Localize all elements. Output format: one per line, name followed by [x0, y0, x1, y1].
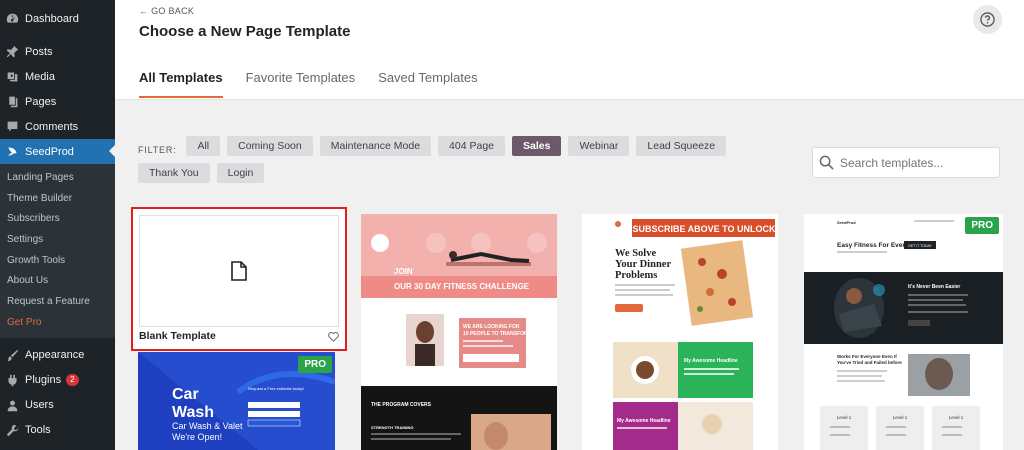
menu-media[interactable]: Media	[0, 64, 115, 89]
dinner-block2-headline: My Awesome Headline	[617, 418, 671, 424]
gym-level-1: Level 1	[837, 415, 852, 420]
submenu-settings[interactable]: Settings	[0, 230, 115, 251]
gym-section2-line2: You've Tried and Failed before	[837, 360, 902, 365]
page-header: ← GO BACK Choose a New Page Template All…	[115, 0, 1024, 100]
pro-badge: PRO	[965, 217, 999, 234]
filter-all[interactable]: All	[186, 136, 221, 156]
tab-all-templates[interactable]: All Templates	[139, 70, 223, 98]
media-icon	[5, 70, 19, 84]
seedprod-icon	[5, 145, 19, 159]
filter-maintenance-mode[interactable]: Maintenance Mode	[319, 136, 432, 156]
template-card-dinner[interactable]: SUBSCRIBE ABOVE TO UNLOCK We Solve Your …	[582, 214, 778, 450]
tab-saved-templates[interactable]: Saved Templates	[378, 70, 478, 98]
seedprod-submenu: Landing Pages Theme Builder Subscribers …	[0, 164, 115, 338]
help-button[interactable]	[973, 5, 1002, 34]
dinner-template-preview: SUBSCRIBE ABOVE TO UNLOCK We Solve Your …	[582, 214, 778, 450]
menu-tools[interactable]: Tools	[0, 418, 115, 443]
search-input[interactable]	[840, 155, 990, 170]
blank-template-label: Blank Template	[139, 330, 216, 342]
plugins-update-badge: 2	[66, 374, 79, 386]
fitness-heading-line2: OUR 30 DAY FITNESS CHALLENGE	[394, 282, 530, 291]
menu-appearance[interactable]: Appearance	[0, 343, 115, 368]
gym-level-3: Level 1	[949, 415, 964, 420]
plugin-icon	[5, 373, 19, 387]
comment-icon	[5, 120, 19, 134]
gym-cta: GET IT TODAY	[908, 244, 932, 248]
submenu-theme-builder[interactable]: Theme Builder	[0, 189, 115, 210]
dashboard-icon	[5, 12, 19, 26]
fitness-box-text-2: 10 PEOPLE TO TRANSFORM	[463, 331, 532, 337]
pages-icon	[5, 95, 19, 109]
gym-brand: SeedProd	[837, 220, 856, 225]
car-wash-title-2: Wash	[172, 404, 214, 421]
menu-comments[interactable]: Comments	[0, 114, 115, 139]
help-icon	[980, 12, 995, 27]
pin-icon	[5, 45, 19, 59]
fitness-section-title: THE PROGRAM COVERS	[371, 402, 432, 408]
menu-pages[interactable]: Pages	[0, 89, 115, 114]
car-wash-title-1: Car	[172, 386, 199, 403]
submenu-request-feature[interactable]: Request a Feature	[0, 292, 115, 313]
menu-plugins[interactable]: Plugins 2	[0, 368, 115, 393]
fitness-heading-line1: JOIN	[394, 267, 413, 276]
gym-level-2: Level 1	[893, 415, 908, 420]
search-box	[812, 147, 1000, 178]
page-title: Choose a New Page Template	[139, 23, 351, 40]
filter-login[interactable]: Login	[216, 163, 265, 183]
fitness-box-text-1: WE ARE LOOKING FOR	[463, 324, 520, 330]
go-back-link[interactable]: ← GO BACK	[139, 6, 194, 16]
submenu-subscribers[interactable]: Subscribers	[0, 209, 115, 230]
subscribe-unlock-banner: SUBSCRIBE ABOVE TO UNLOCK	[632, 224, 776, 234]
filter-label: FILTER:	[138, 144, 177, 155]
menu-dashboard[interactable]: Dashboard	[0, 6, 115, 31]
menu-posts[interactable]: Posts	[0, 39, 115, 64]
blank-template-card[interactable]: Blank Template	[131, 207, 347, 351]
gym-section2-line1: Works For Everyone Even If	[837, 354, 897, 359]
user-icon	[5, 398, 19, 412]
brush-icon	[5, 348, 19, 362]
submenu-about-us[interactable]: About Us	[0, 271, 115, 292]
template-card-car-wash[interactable]: Car Wash Car Wash & Valet We're Open! Re…	[138, 352, 335, 450]
blank-template-preview	[139, 215, 339, 327]
filter-webinar[interactable]: Webinar	[568, 136, 630, 156]
gym-template-preview: SeedProd Easy Fitness For Everyone. GET …	[804, 214, 1003, 450]
fitness-template-preview: JOIN OUR 30 DAY FITNESS CHALLENGE WE ARE…	[361, 214, 557, 450]
filter-bar: FILTER: All Coming Soon Maintenance Mode…	[138, 136, 798, 190]
submenu-landing-pages[interactable]: Landing Pages	[0, 168, 115, 189]
filter-thank-you[interactable]: Thank You	[138, 163, 210, 183]
dinner-heading-2: Your Dinner	[615, 259, 671, 270]
dinner-block1-headline: My Awesome Headline	[684, 358, 738, 364]
wrench-icon	[5, 423, 19, 437]
search-icon	[819, 155, 834, 170]
dinner-heading-1: We Solve	[615, 248, 656, 259]
gym-dark-heading: It's Never Been Easier	[908, 284, 960, 290]
template-card-fitness[interactable]: JOIN OUR 30 DAY FITNESS CHALLENGE WE ARE…	[361, 214, 557, 450]
menu-users[interactable]: Users	[0, 393, 115, 418]
template-card-gym[interactable]: SeedProd Easy Fitness For Everyone. GET …	[804, 214, 1003, 450]
car-wash-form-title: Request a Free estimate today!	[248, 386, 304, 391]
filter-lead-squeeze[interactable]: Lead Squeeze	[636, 136, 727, 156]
car-wash-subtitle-2: We're Open!	[172, 432, 222, 442]
tab-favorite-templates[interactable]: Favorite Templates	[246, 70, 356, 98]
filter-coming-soon[interactable]: Coming Soon	[227, 136, 313, 156]
document-icon	[231, 261, 247, 281]
favorite-heart-icon[interactable]	[328, 332, 339, 342]
admin-sidebar: Dashboard Posts Media Pages Comments See…	[0, 0, 115, 450]
fitness-sub-title: STRENGTH TRAINING	[371, 425, 413, 430]
filter-sales[interactable]: Sales	[512, 136, 562, 156]
template-tabs: All Templates Favorite Templates Saved T…	[139, 70, 501, 98]
menu-seedprod[interactable]: SeedProd	[0, 139, 115, 164]
submenu-growth-tools[interactable]: Growth Tools	[0, 251, 115, 272]
dinner-heading-3: Problems	[615, 270, 657, 281]
submenu-get-pro[interactable]: Get Pro	[0, 313, 115, 334]
car-wash-subtitle-1: Car Wash & Valet	[172, 421, 243, 431]
pro-badge-car-wash: PRO	[298, 356, 332, 373]
filter-404-page[interactable]: 404 Page	[438, 136, 506, 156]
